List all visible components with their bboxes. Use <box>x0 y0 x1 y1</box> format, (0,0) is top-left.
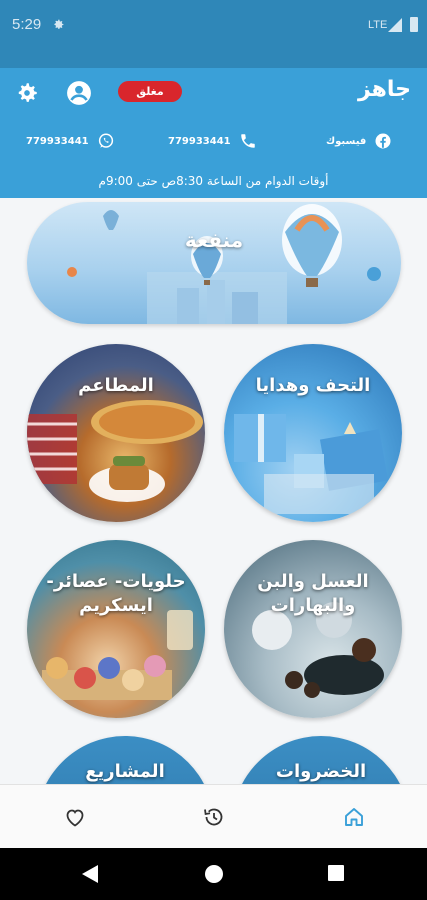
working-hours: أوقات الدوام من الساعة 8:30ص حتى 9:00م <box>98 174 329 188</box>
banner-card[interactable]: منفعة <box>27 202 401 324</box>
whatsapp-contact[interactable]: 779933441 <box>26 132 115 150</box>
system-navigation-bar <box>0 848 427 900</box>
app-title: جاهز <box>357 77 411 102</box>
restaurants-photo <box>27 400 203 502</box>
whatsapp-icon <box>98 133 113 148</box>
settings-icon[interactable] <box>14 80 40 106</box>
back-icon[interactable] <box>82 865 98 883</box>
history-icon[interactable] <box>202 805 226 829</box>
recent-apps-icon[interactable] <box>328 865 344 881</box>
category-sweets-juices-icecream[interactable]: حلويات- عصائر- ايسكريم <box>27 540 205 718</box>
facebook-label: فيسبوك <box>326 135 367 147</box>
phone-number: 779933441 <box>168 135 231 147</box>
category-honey-coffee-spices[interactable]: العسل والبن والبهارات <box>224 540 402 718</box>
banner-label: منفعة <box>184 228 244 252</box>
status-settings-icon <box>54 19 64 29</box>
category-label: المشاريع <box>85 761 165 782</box>
category-restaurants[interactable]: المطاعم <box>27 344 205 522</box>
signal-icon <box>388 18 402 32</box>
closed-status-badge: مغلق <box>118 81 182 102</box>
home-icon[interactable] <box>342 805 366 829</box>
category-label: الخضروات <box>275 761 367 782</box>
category-label: العسل والبن والبهارات <box>257 571 369 616</box>
status-bar: 5:29 LTE <box>0 0 427 68</box>
balloons-illustration <box>67 204 381 324</box>
status-network: LTE <box>368 19 388 31</box>
category-projects[interactable]: المشاريع <box>36 736 214 784</box>
facebook-contact[interactable]: فيسبوك <box>326 132 392 150</box>
sweets-photo <box>42 610 193 700</box>
category-label: المطاعم <box>78 375 154 396</box>
gifts-photo <box>234 414 389 514</box>
status-time: 5:29 <box>12 16 42 33</box>
whatsapp-number: 779933441 <box>26 135 89 147</box>
category-label: حلويات- عصائر- ايسكريم <box>46 571 186 616</box>
app-header: مغلق جاهز 779933441 779933441 فيسبوك أوق… <box>0 68 427 198</box>
honey-photo <box>252 602 384 698</box>
facebook-icon <box>375 133 391 149</box>
battery-icon <box>410 17 418 32</box>
bottom-navigation <box>0 784 427 848</box>
home-circle-icon[interactable] <box>205 865 223 883</box>
contact-row: 779933441 779933441 فيسبوك <box>0 126 427 156</box>
category-vegetables[interactable]: الخضروات <box>232 736 410 784</box>
category-gifts[interactable]: التحف وهدايا <box>224 344 402 522</box>
category-list[interactable]: منفعة التحف وهدايا المطاعم العسل والبن و… <box>0 198 427 784</box>
account-icon[interactable] <box>66 80 92 106</box>
category-label: التحف وهدايا <box>255 375 371 396</box>
heart-icon[interactable] <box>63 805 87 829</box>
phone-icon <box>240 134 255 148</box>
phone-contact[interactable]: 779933441 <box>168 132 257 150</box>
